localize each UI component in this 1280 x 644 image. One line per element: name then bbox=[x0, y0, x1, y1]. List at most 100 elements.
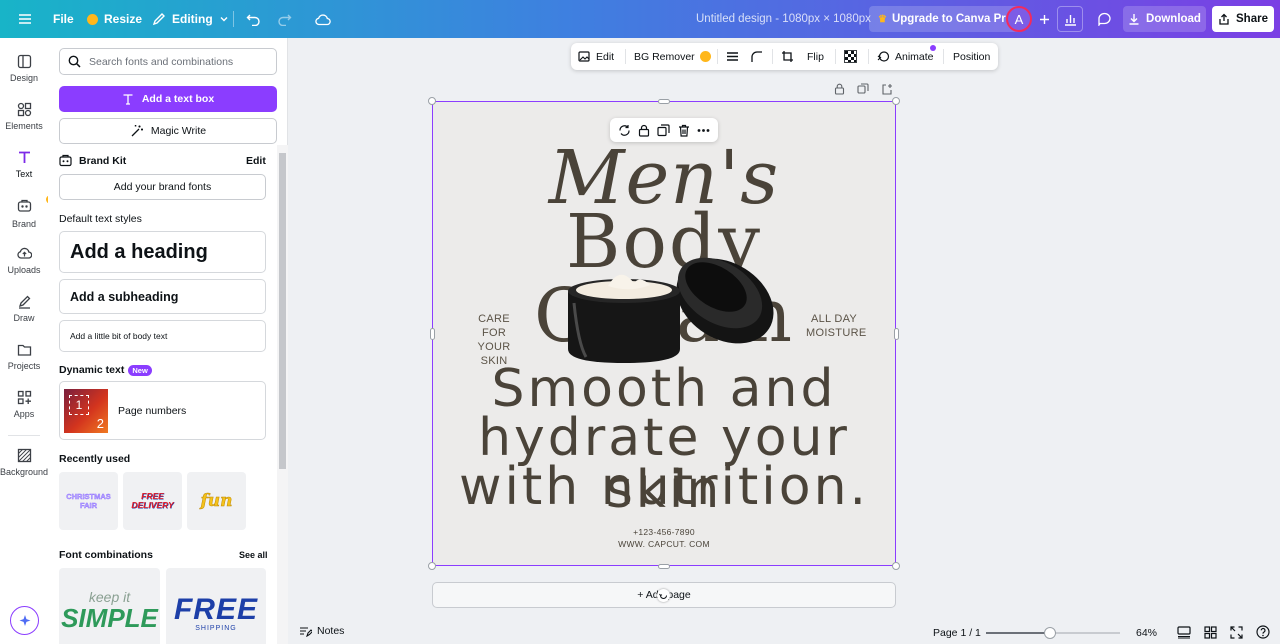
jar-body bbox=[568, 274, 680, 363]
magic-write-button[interactable]: Magic Write bbox=[59, 118, 277, 144]
duplicate-icon[interactable] bbox=[657, 123, 671, 137]
font-combo-keep-it-simple[interactable]: keep it SIMPLE bbox=[59, 568, 160, 644]
cloud-save-status[interactable] bbox=[315, 0, 331, 38]
add-text-box-button[interactable]: Add a text box bbox=[59, 86, 277, 112]
rail-item-design[interactable]: Design bbox=[0, 54, 48, 83]
flip-button[interactable]: Flip bbox=[807, 43, 824, 70]
lock-icon[interactable] bbox=[638, 124, 650, 137]
toolbar-divider bbox=[772, 49, 773, 64]
zoom-slider[interactable] bbox=[986, 627, 1120, 639]
resize-button[interactable]: Resize bbox=[87, 0, 142, 38]
font-search-box[interactable] bbox=[59, 48, 277, 75]
grid-view-button[interactable] bbox=[1204, 626, 1217, 642]
notes-button[interactable]: Notes bbox=[299, 625, 344, 637]
toolbar-divider bbox=[868, 49, 869, 64]
animate-icon bbox=[877, 51, 890, 62]
corner-icon bbox=[751, 51, 762, 62]
animate-button[interactable]: Animate bbox=[877, 43, 934, 70]
pencil-icon bbox=[152, 13, 165, 26]
rail-item-background[interactable]: Background bbox=[0, 448, 48, 477]
crop-button[interactable] bbox=[781, 43, 794, 70]
zoom-slider-handle[interactable] bbox=[1044, 627, 1057, 639]
design-phone[interactable]: +123-456-7890 bbox=[432, 526, 896, 538]
duplicate-page-button[interactable] bbox=[856, 82, 870, 96]
add-page-icon-button[interactable] bbox=[880, 82, 894, 96]
file-label: File bbox=[53, 12, 74, 26]
combo-line-2: SIMPLE bbox=[61, 603, 158, 633]
rotate-handle[interactable] bbox=[657, 589, 670, 602]
zoom-level[interactable]: 64% bbox=[1136, 627, 1157, 639]
share-button[interactable]: Share bbox=[1212, 6, 1274, 32]
corner-rounding-button[interactable] bbox=[750, 43, 763, 70]
add-body-text-card[interactable]: Add a little bit of body text bbox=[59, 320, 266, 352]
comments-button[interactable] bbox=[1091, 6, 1117, 32]
design-right-text[interactable]: ALL DAY MOISTURE bbox=[806, 312, 867, 340]
resize-handle-bottom[interactable] bbox=[658, 564, 670, 569]
page-numbers-card[interactable]: 1 2 Page numbers bbox=[59, 381, 266, 440]
resize-handle-right[interactable] bbox=[894, 328, 899, 340]
design-tagline-line-3[interactable]: with nutrition. bbox=[432, 461, 896, 513]
share-label: Share bbox=[1236, 13, 1268, 25]
add-collaborator-button[interactable] bbox=[1031, 6, 1057, 32]
trash-icon[interactable] bbox=[678, 124, 690, 137]
recent-font-fun[interactable]: fun bbox=[187, 472, 246, 530]
cream-jar-image[interactable] bbox=[560, 253, 782, 367]
transparency-button[interactable] bbox=[844, 43, 857, 70]
document-title[interactable]: Untitled design - 1080px × 1080px bbox=[696, 0, 871, 38]
rail-item-elements[interactable]: Elements bbox=[0, 102, 48, 131]
lock-page-button[interactable] bbox=[832, 82, 846, 96]
resize-handle-left[interactable] bbox=[430, 328, 435, 340]
rail-item-text[interactable]: Text bbox=[0, 150, 48, 179]
page-indicator[interactable]: Page 1 / 1 bbox=[933, 627, 981, 639]
rail-label-brand: Brand bbox=[11, 219, 37, 229]
resize-handle-top-left[interactable] bbox=[428, 97, 436, 105]
font-combinations-heading: Font combinations bbox=[59, 549, 153, 561]
brand-kit-edit-link[interactable]: Edit bbox=[246, 155, 266, 167]
pages-view-button[interactable] bbox=[1177, 626, 1191, 642]
add-heading-card[interactable]: Add a heading bbox=[59, 231, 266, 273]
rail-item-projects[interactable]: Projects bbox=[0, 342, 48, 371]
font-combo-free-shipping[interactable]: FREE SHIPPING bbox=[166, 568, 266, 644]
resize-handle-bottom-right[interactable] bbox=[892, 562, 900, 570]
fullscreen-button[interactable] bbox=[1230, 626, 1243, 642]
font-search-input[interactable] bbox=[89, 55, 269, 68]
avatar[interactable]: A bbox=[1006, 6, 1032, 32]
position-button[interactable]: Position bbox=[953, 43, 990, 70]
recent-font-free-delivery[interactable]: FREE DELIVERY bbox=[123, 472, 182, 530]
download-button[interactable]: Download bbox=[1123, 6, 1206, 32]
redo-button[interactable] bbox=[277, 0, 292, 38]
resize-handle-bottom-left[interactable] bbox=[428, 562, 436, 570]
editing-mode-dropdown[interactable]: Editing bbox=[152, 0, 229, 38]
resize-handle-top-right[interactable] bbox=[892, 97, 900, 105]
undo-button[interactable] bbox=[246, 0, 261, 38]
menu-button[interactable] bbox=[18, 0, 32, 38]
rail-item-apps[interactable]: Apps bbox=[0, 390, 48, 419]
help-button[interactable] bbox=[1256, 625, 1270, 642]
upgrade-button[interactable]: ♛ Upgrade to Canva Pro bbox=[869, 6, 1022, 32]
design-website[interactable]: WWW. CAPCUT. COM bbox=[432, 538, 896, 550]
panel-scrollbar-thumb[interactable] bbox=[279, 153, 286, 469]
design-canvas[interactable]: Men's Body Cream CARE FOR YOUR SKIN ALL … bbox=[432, 101, 896, 566]
rail-item-brand[interactable]: Brand bbox=[0, 194, 56, 229]
animate-label: Animate bbox=[895, 50, 934, 63]
magic-edit-icon[interactable] bbox=[618, 124, 631, 137]
insights-button[interactable] bbox=[1057, 6, 1083, 32]
rail-item-uploads[interactable]: Uploads bbox=[0, 246, 48, 275]
add-subheading-card[interactable]: Add a subheading bbox=[59, 279, 266, 314]
border-style-button[interactable] bbox=[726, 43, 739, 70]
notes-icon bbox=[300, 627, 312, 637]
bg-remover-button[interactable]: BG Remover bbox=[634, 43, 711, 70]
magic-wand-icon bbox=[131, 125, 143, 137]
see-all-link[interactable]: See all bbox=[239, 550, 268, 560]
resize-handle-top[interactable] bbox=[658, 99, 670, 104]
right-text-line-2: MOISTURE bbox=[806, 327, 867, 339]
add-brand-fonts-button[interactable]: Add your brand fonts bbox=[59, 174, 266, 200]
edit-image-button[interactable]: Edit bbox=[578, 43, 614, 70]
magic-assistant-button[interactable] bbox=[10, 606, 39, 635]
page-numbers-label: Page numbers bbox=[118, 404, 187, 417]
file-menu[interactable]: File bbox=[53, 0, 74, 38]
rail-item-draw[interactable]: Draw bbox=[0, 294, 48, 323]
add-body-text-label: Add a little bit of body text bbox=[70, 331, 168, 341]
recent-font-christmas-fair[interactable]: CHRISTMAS FAIR bbox=[59, 472, 118, 530]
more-options-icon[interactable] bbox=[697, 124, 710, 137]
